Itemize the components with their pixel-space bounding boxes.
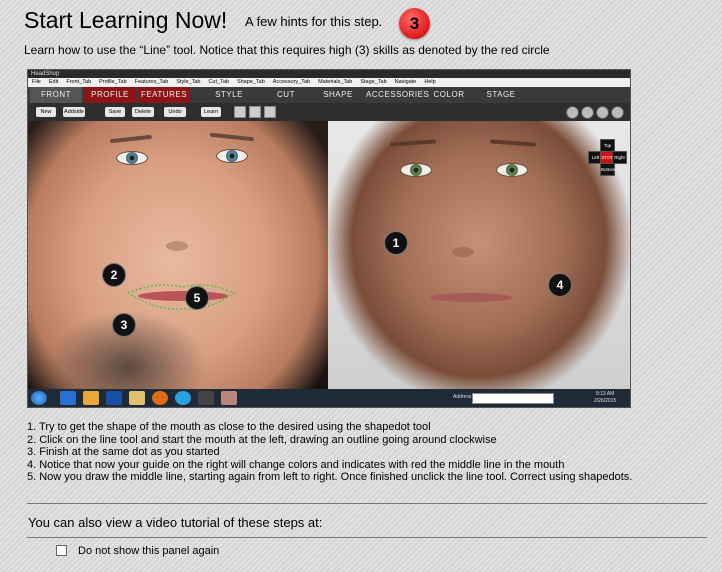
headshop-icon <box>221 391 237 405</box>
zoom-icon <box>596 106 609 119</box>
instruction-steps: 1. Try to get the shape of the mouth as … <box>27 421 632 484</box>
arrow-bottom: Bottom <box>600 163 615 176</box>
model-nose <box>452 247 474 257</box>
model-right-eye <box>496 163 528 177</box>
3d-model-view: Top Left STOP Right Bottom 1 4 <box>328 121 630 389</box>
menu-item: Navigate <box>394 79 417 85</box>
marker-5: 5 <box>185 286 209 310</box>
skype-icon <box>175 391 191 405</box>
taskbar: Address 8:13 AM 2/26/2015 <box>28 389 630 407</box>
photoshop-icon <box>106 391 122 405</box>
window-title: HeadShop <box>28 70 630 78</box>
menu-item: Materials_Tab <box>318 79 353 85</box>
undo-button: Undo <box>164 107 186 117</box>
tab-profile: PROFILE <box>84 87 136 103</box>
toolbar: New Addside Save Delete Undo Learn <box>28 103 630 121</box>
model-left-eye <box>400 163 432 177</box>
tab-shape: SHAPE <box>323 90 353 99</box>
image-tool-icon <box>264 106 276 118</box>
step-item: 5. Now you draw the middle line, startin… <box>27 471 633 483</box>
page-title: Start Learning Now! <box>24 7 228 33</box>
tab-features: FEATURES <box>138 87 190 103</box>
clock: 8:13 AM 2/26/2015 <box>594 391 616 405</box>
addside-button: Addside <box>63 107 85 117</box>
tab-color: COLOR <box>433 90 465 99</box>
model-right-brow <box>489 139 537 147</box>
tab-cut: CUT <box>277 90 295 99</box>
divider <box>27 537 707 538</box>
skill-level-badge: 3 <box>399 8 430 39</box>
marker-3: 3 <box>112 313 136 337</box>
step-item: 3. Finish at the same dot as you started <box>27 446 220 458</box>
marker-2: 2 <box>102 263 126 287</box>
menu-item: Features_Tab <box>134 79 169 85</box>
step-item: 4. Notice that now your guide on the rig… <box>27 458 565 471</box>
start-icon <box>31 391 47 405</box>
menu-item: Stage_Tab <box>360 79 387 85</box>
tutorial-screenshot: HeadShop File Edit Front_Tab Profile_Tab Fea… <box>27 69 631 408</box>
tab-stage: STAGE <box>486 90 516 99</box>
folder-icon <box>129 391 145 405</box>
marker-4: 4 <box>548 273 572 297</box>
settings-icon <box>611 106 624 119</box>
intro-text: Learn how to use the “Line” tool. Notice… <box>24 43 550 57</box>
tab-style: STYLE <box>215 90 243 99</box>
menu-item: Accessory_Tab <box>272 79 311 85</box>
menu-item: Help <box>424 79 436 85</box>
marker-1: 1 <box>384 231 408 255</box>
video-tutorial-text: You can also view a video tutorial of th… <box>28 515 323 530</box>
line-tool-icon <box>249 106 261 118</box>
menu-item: Front_Tab <box>66 79 92 85</box>
hand-icon <box>566 106 579 119</box>
dont-show-checkbox[interactable] <box>56 545 67 556</box>
view-direction-control: Top Left STOP Right Bottom <box>588 139 627 177</box>
reference-photo: 2 5 3 <box>28 121 328 389</box>
tab-accessories: ACCESSORIES <box>366 90 430 99</box>
menu-item: Cut_Tab <box>208 79 229 85</box>
tab-front: FRONT <box>30 87 82 103</box>
page-subtitle: A few hints for this step. <box>245 14 383 29</box>
clock-time: 8:13 AM <box>595 391 615 397</box>
media-icon <box>83 391 99 405</box>
model-mouth <box>430 293 512 302</box>
menu-item: File <box>32 79 41 85</box>
divider <box>27 503 707 504</box>
dot-tool-icon <box>234 106 246 118</box>
menu-item: Edit <box>48 79 59 85</box>
dont-show-label[interactable]: Do not show this panel again <box>78 545 219 557</box>
new-button: New <box>36 107 56 117</box>
clock-date: 2/26/2015 <box>594 398 617 404</box>
step-item: 1. Try to get the shape of the mouth as … <box>27 421 431 433</box>
menu-item: Shape_Tab <box>236 79 265 85</box>
model-left-brow <box>389 139 437 147</box>
menu-item: Profile_Tab <box>99 79 127 85</box>
address-label: Address <box>453 394 472 400</box>
learn-button: Learn <box>201 107 221 117</box>
delete-button: Delete <box>132 107 154 117</box>
mouth-outline <box>126 284 236 310</box>
address-box <box>472 393 554 404</box>
tab-bar: FRONT PROFILE FEATURES STYLE CUT SHAPE A… <box>28 87 630 103</box>
menu-item: Style_Tab <box>176 79 201 85</box>
menu-bar: File Edit Front_Tab Profile_Tab Features_Tab… <box>28 78 630 87</box>
firefox-icon <box>152 391 168 405</box>
save-button: Save <box>105 107 125 117</box>
app-icon <box>198 391 214 405</box>
browser-icon <box>60 391 76 405</box>
rotate-icon <box>581 106 594 119</box>
step-item: 2. Click on the line tool and start the … <box>27 433 497 446</box>
